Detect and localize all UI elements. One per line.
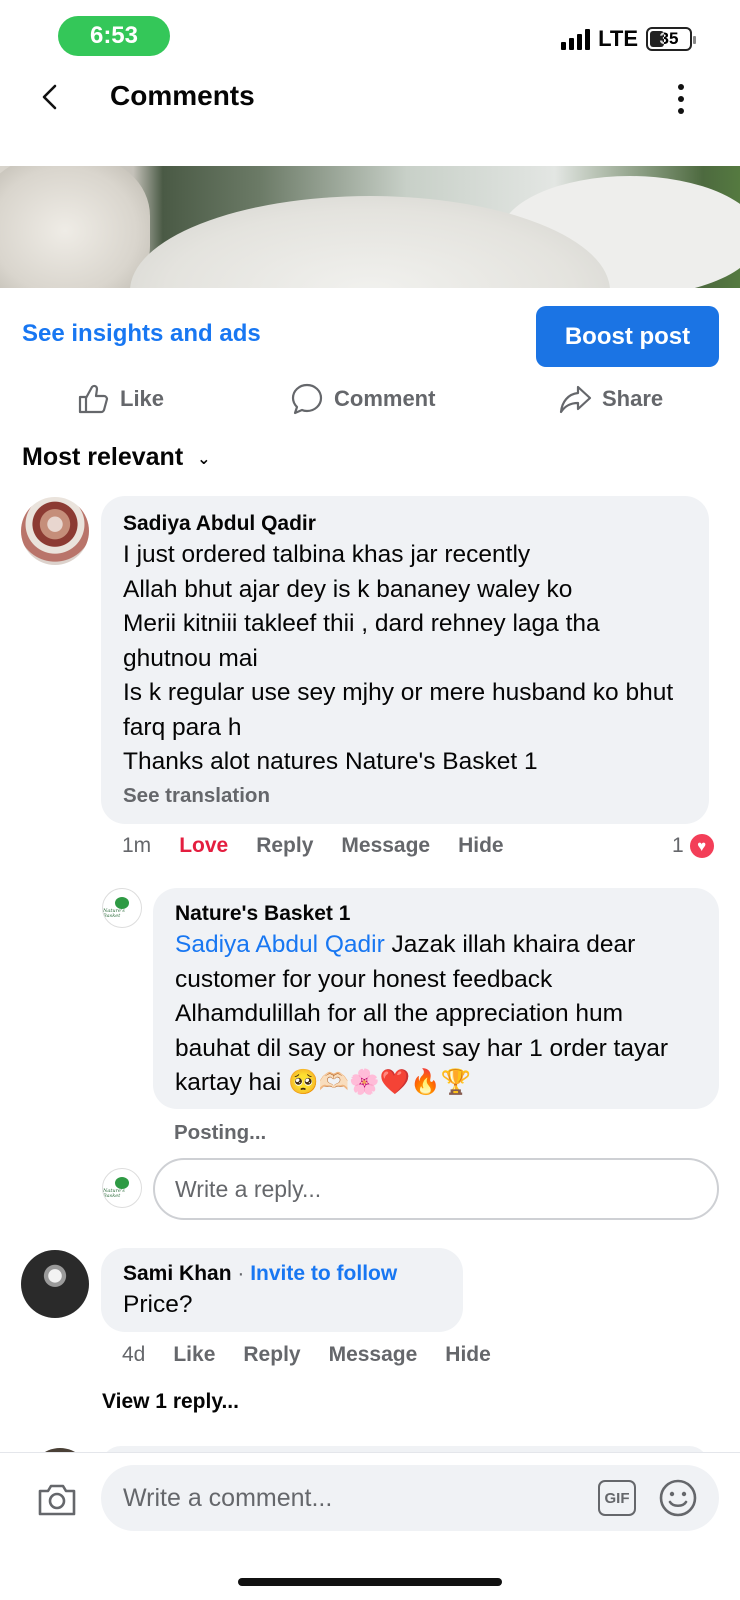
share-label: Share	[602, 386, 664, 411]
boost-post-button[interactable]: Boost post	[536, 306, 719, 367]
comment-author[interactable]: Sadiya Abdul Qadir	[123, 510, 687, 538]
comment-label: Comment	[334, 386, 436, 411]
logo-text: Nature's Basket	[103, 1188, 125, 1199]
reply-author[interactable]: Nature's Basket 1	[175, 900, 697, 928]
comment-author[interactable]: Sami Khan	[123, 1262, 232, 1285]
comment-actions: 1m Love Reply Message Hide	[122, 834, 504, 858]
message-button[interactable]: Message	[341, 834, 430, 858]
see-insights-link[interactable]: See insights and ads	[22, 320, 261, 348]
view-replies-link[interactable]: View 1 reply...	[102, 1390, 239, 1414]
sort-label: Most relevant	[22, 443, 184, 471]
camera-icon[interactable]	[36, 1478, 78, 1520]
sort-dropdown[interactable]: Most relevant ⌄	[22, 443, 211, 472]
comment-text: Price?	[123, 1291, 193, 1318]
thumbs-up-icon	[78, 384, 109, 414]
avatar[interactable]	[21, 1250, 89, 1318]
logo-text: Nature's Basket	[103, 908, 125, 919]
comment-button[interactable]: Comment	[290, 382, 435, 416]
comment-bubble-icon	[291, 383, 323, 415]
home-indicator	[238, 1578, 502, 1586]
comment-time: 4d	[122, 1343, 146, 1366]
avatar[interactable]	[21, 497, 89, 565]
like-label: Like	[120, 386, 165, 411]
network-label: LTE	[598, 26, 638, 51]
like-comment-button[interactable]: Like	[173, 1343, 215, 1367]
gif-icon[interactable]: GIF	[598, 1480, 636, 1516]
chevron-down-icon: ⌄	[197, 450, 211, 468]
share-button[interactable]: Share	[558, 382, 663, 416]
posting-status: Posting...	[174, 1121, 267, 1144]
emoji-icon[interactable]	[658, 1478, 698, 1518]
comment-text: I just ordered talbina khas jar recently…	[123, 541, 674, 775]
reply-button[interactable]: Reply	[243, 1343, 300, 1367]
hide-button[interactable]: Hide	[458, 834, 504, 858]
separator: ·	[231, 1262, 251, 1285]
comment-time: 1m	[122, 834, 152, 857]
reaction-count-number: 1	[672, 834, 684, 857]
battery-level: 35	[659, 29, 679, 48]
reply-bubble: Nature's Basket 1 Sadiya Abdul Qadir Jaz…	[153, 888, 719, 1109]
hide-button[interactable]: Hide	[445, 1343, 491, 1367]
share-arrow-icon	[559, 385, 592, 414]
comment-bubble: Sami Khan · Invite to follow Price?	[101, 1248, 463, 1332]
reaction-count[interactable]: 1 ♥	[672, 832, 716, 860]
status-time: 6:53	[58, 16, 170, 56]
reply-button[interactable]: Reply	[256, 834, 313, 858]
heart-icon: ♥	[687, 832, 716, 860]
see-translation-link[interactable]: See translation	[123, 784, 687, 808]
reply-input[interactable]: Write a reply...	[153, 1158, 719, 1220]
page-avatar[interactable]: Nature's Basket	[102, 888, 142, 928]
more-options-icon[interactable]	[676, 84, 686, 114]
love-reaction-button[interactable]: Love	[179, 834, 228, 858]
status-indicators: LTE 35	[561, 26, 696, 52]
invite-to-follow-link[interactable]: Invite to follow	[250, 1262, 397, 1285]
post-image[interactable]	[0, 166, 740, 288]
signal-icon	[561, 28, 591, 50]
back-arrow-icon[interactable]	[36, 82, 66, 112]
message-button[interactable]: Message	[329, 1343, 418, 1367]
battery-icon: 35	[646, 27, 696, 51]
page-avatar: Nature's Basket	[102, 1168, 142, 1208]
comment-actions: 4d Like Reply Message Hide	[122, 1343, 491, 1367]
mention-link[interactable]: Sadiya Abdul Qadir	[175, 931, 385, 958]
page-title: Comments	[110, 80, 255, 111]
comment-bubble: Sadiya Abdul Qadir I just ordered talbin…	[101, 496, 709, 824]
like-button[interactable]: Like	[76, 382, 164, 416]
